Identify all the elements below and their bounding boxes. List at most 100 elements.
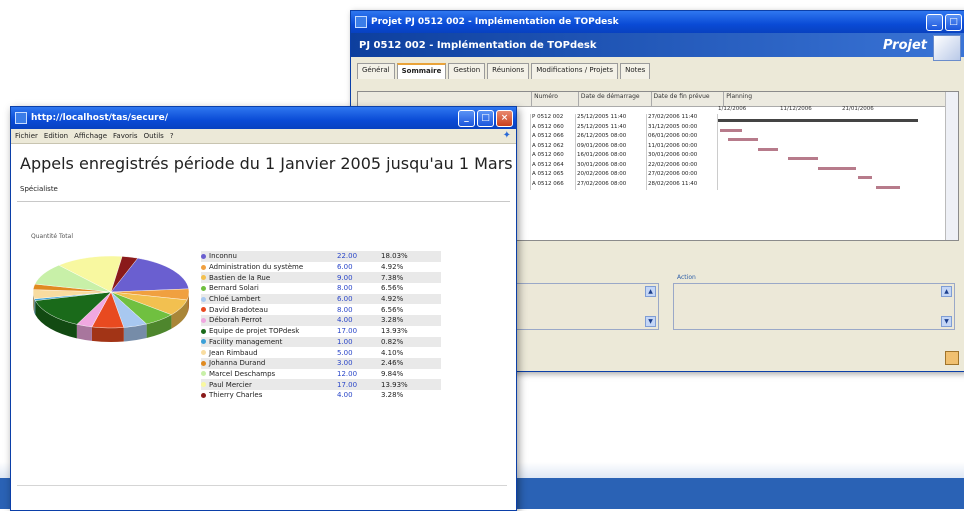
divider xyxy=(17,485,507,486)
grid-column-header[interactable] xyxy=(358,92,533,106)
legend-percent: 3.28% xyxy=(381,316,404,325)
table-cell: A 0512 064 xyxy=(531,161,576,171)
maximize-button[interactable]: □ xyxy=(477,110,494,127)
scroll-down-icon[interactable]: ▼ xyxy=(645,316,656,327)
legend-row: Bernard Solari 8.00 6.56% xyxy=(201,283,441,294)
tab-item[interactable]: Modifications / Projets xyxy=(531,63,619,79)
legend-name: Facility management xyxy=(201,338,337,346)
legend-row: Thierry Charles 4.00 3.28% xyxy=(201,390,441,401)
tab-item[interactable]: Sommaire xyxy=(396,63,447,79)
action-box[interactable]: ▲ ▼ xyxy=(673,283,955,330)
legend-name: Inconnu xyxy=(201,252,337,260)
legend-percent: 4.92% xyxy=(381,263,404,272)
legend-quantity: 4.00 xyxy=(337,316,353,325)
table-cell: 25/12/2005 11:40 xyxy=(576,123,647,133)
legend-quantity: 6.00 xyxy=(337,263,353,272)
legend-name: Bastien de la Rue xyxy=(201,274,337,282)
table-cell: 16/01/2006 08:00 xyxy=(576,152,647,162)
pie-slice-side xyxy=(76,324,92,341)
close-button[interactable]: × xyxy=(496,110,513,127)
grid-column-header[interactable]: Date de démarrage xyxy=(579,92,652,106)
minimize-button[interactable]: _ xyxy=(926,14,943,31)
projet-title-bar[interactable]: Projet PJ 0512 002 - Implémentation de T… xyxy=(351,11,964,33)
divider xyxy=(17,201,510,202)
table-cell: 30/01/2006 00:00 xyxy=(647,152,718,162)
legend-percent: 3.28% xyxy=(381,391,404,400)
gantt-bar xyxy=(788,157,818,160)
legend-quantity: 9.00 xyxy=(337,273,353,282)
edit-icon[interactable] xyxy=(945,351,959,365)
legend-label: Chloé Lambert xyxy=(209,295,261,304)
scroll-down-icon[interactable]: ▼ xyxy=(941,316,952,327)
scroll-up-icon[interactable]: ▲ xyxy=(645,286,656,297)
tab-item[interactable]: Notes xyxy=(620,63,651,79)
legend-percent: 6.56% xyxy=(381,305,404,314)
gantt-bar xyxy=(858,176,872,179)
legend-label: Déborah Perrot xyxy=(209,316,263,325)
app-icon xyxy=(355,16,367,28)
maximize-button[interactable]: □ xyxy=(945,14,962,31)
grid-column-header[interactable]: Numéro xyxy=(532,92,579,106)
legend-dot-icon xyxy=(201,350,206,356)
browser-window-title: http://localhost/tas/secure/ xyxy=(31,113,168,123)
legend-quantity: 17.00 xyxy=(337,327,358,336)
windows-logo-icon: ✦ xyxy=(502,130,511,141)
gantt-bar xyxy=(876,185,900,189)
legend-name: Paul Mercier xyxy=(201,381,337,389)
legend-quantity: 5.00 xyxy=(337,348,353,357)
legend-dot-icon xyxy=(201,392,206,398)
topdesk-logo-icon xyxy=(933,35,961,61)
grid-scrollbar[interactable] xyxy=(945,92,958,240)
table-cell: A 0512 062 xyxy=(531,142,576,152)
menu-item[interactable]: Edition xyxy=(44,132,68,140)
page-subtitle: Spécialiste xyxy=(20,185,58,193)
legend-quantity: 17.00 xyxy=(337,380,358,389)
legend-quantity: 1.00 xyxy=(337,337,353,346)
legend-dot-icon xyxy=(201,339,206,345)
table-cell: P 0512 002 xyxy=(531,114,576,124)
grid-column-header[interactable]: Planning xyxy=(724,92,958,106)
legend-dot-icon xyxy=(201,275,206,281)
action-label: Action xyxy=(677,274,696,281)
minimize-button[interactable]: _ xyxy=(458,110,475,127)
legend-row: Inconnu 22.00 18.03% xyxy=(201,251,441,262)
grid-column-header[interactable]: Date de fin prévue xyxy=(652,92,725,106)
legend-name: David Bradoteau xyxy=(201,306,337,314)
menu-item[interactable]: Favoris xyxy=(113,132,138,140)
menu-item[interactable]: Affichage xyxy=(74,132,107,140)
table-cell: 27/02/2006 08:00 xyxy=(576,180,647,190)
browser-menu-bar: Fichier Edition Affichage Favoris Outils? ✦ xyxy=(11,129,516,144)
legend-percent: 13.93% xyxy=(381,327,408,336)
browser-title-bar[interactable]: http://localhost/tas/secure/ _ □ × xyxy=(11,107,516,129)
legend-name: Jean Rimbaud xyxy=(201,349,337,357)
grid-header: Numéro Date de démarrage Date de fin prévu… xyxy=(358,92,958,107)
tab-item[interactable]: Réunions xyxy=(487,63,530,79)
tab-item[interactable]: Général xyxy=(357,63,395,79)
legend-label: Johanna Durand xyxy=(209,359,266,368)
table-cell: 30/01/2006 08:00 xyxy=(576,161,647,171)
table-cell: 20/02/2006 08:00 xyxy=(576,171,647,181)
legend-label: Facility management xyxy=(209,337,283,346)
legend-dot-icon xyxy=(201,253,206,259)
legend-label: Marcel Deschamps xyxy=(209,369,276,378)
legend-percent: 6.56% xyxy=(381,284,404,293)
chart-legend: Inconnu 22.00 18.03% Administration du syst… xyxy=(201,251,441,401)
legend-quantity: 8.00 xyxy=(337,284,353,293)
legend-dot-icon xyxy=(201,285,206,291)
menu-item[interactable]: Outils xyxy=(144,132,164,140)
legend-percent: 9.84% xyxy=(381,369,404,378)
menu-item[interactable]: ? xyxy=(170,132,174,140)
tab-item[interactable]: Gestion xyxy=(448,63,486,79)
table-cell: A 0512 066 xyxy=(531,180,576,190)
legend-quantity: 6.00 xyxy=(337,295,353,304)
browser-icon xyxy=(15,112,27,124)
table-cell: 25/12/2005 11:40 xyxy=(576,114,647,124)
menu-item[interactable]: Fichier xyxy=(15,132,38,140)
scroll-up-icon[interactable]: ▲ xyxy=(941,286,952,297)
legend-label: Equipe de projet TOPdesk xyxy=(209,327,300,336)
legend-row: David Bradoteau 8.00 6.56% xyxy=(201,304,441,315)
legend-percent: 4.10% xyxy=(381,348,404,357)
legend-name: Thierry Charles xyxy=(201,391,337,399)
pie-chart xyxy=(32,255,190,342)
legend-percent: 2.46% xyxy=(381,359,404,368)
